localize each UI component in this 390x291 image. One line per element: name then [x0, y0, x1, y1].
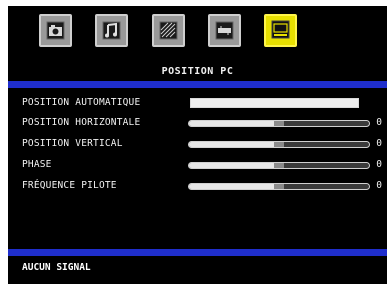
slider-fill [189, 142, 279, 147]
menu-item-phase[interactable]: PHASE 0 [22, 159, 382, 173]
menu-item-label: POSITION VERTICAL [22, 138, 123, 149]
picture-icon[interactable] [39, 14, 72, 47]
menu-item-pilot-frequency[interactable]: FRÉQUENCE PILOTE 0 [22, 180, 382, 194]
bottom-divider-bar [8, 249, 387, 256]
connector-icon [215, 21, 234, 40]
menu-item-label: POSITION AUTOMATIQUE [22, 97, 141, 108]
menu-item-vertical-position[interactable]: POSITION VERTICAL 0 [22, 138, 382, 152]
pilot-frequency-value: 0 [376, 180, 382, 191]
horizontal-position-slider[interactable] [188, 120, 370, 127]
slider-knob[interactable] [274, 163, 284, 168]
slider-fill [189, 184, 279, 189]
pilot-frequency-slider[interactable] [188, 183, 370, 190]
slider-fill [189, 163, 279, 168]
install-icon[interactable] [208, 14, 241, 47]
menu-item-label: PHASE [22, 159, 52, 170]
slider-fill [189, 121, 279, 126]
camera-glyph-icon [46, 21, 65, 40]
vertical-position-slider[interactable] [188, 141, 370, 148]
menu-title: POSITION PC [161, 66, 234, 77]
menu-item-label: POSITION HORIZONTALE [22, 117, 141, 128]
vertical-position-value: 0 [376, 138, 382, 149]
slider-knob[interactable] [274, 142, 284, 147]
auto-position-button[interactable] [190, 98, 359, 108]
menu-item-horizontal-position[interactable]: POSITION HORIZONTALE 0 [22, 117, 382, 131]
hatch-pattern-icon [159, 21, 178, 40]
phase-slider[interactable] [188, 162, 370, 169]
top-divider-bar [8, 81, 387, 88]
pc-position-icon[interactable] [264, 14, 297, 47]
slider-knob[interactable] [274, 184, 284, 189]
tv-menu-screen: POSITION PC POSITION AUTOMATIQUE POSITIO… [8, 6, 387, 284]
menu-item-label: FRÉQUENCE PILOTE [22, 180, 117, 191]
slider-knob[interactable] [274, 121, 284, 126]
music-note-icon [102, 21, 121, 40]
horizontal-position-value: 0 [376, 117, 382, 128]
sound-icon[interactable] [95, 14, 128, 47]
feature-icon[interactable] [152, 14, 185, 47]
monitor-icon [271, 20, 290, 39]
menu-icon-bar: POSITION PC [8, 6, 387, 77]
status-text: AUCUN SIGNAL [22, 262, 91, 273]
phase-value: 0 [376, 159, 382, 170]
menu-item-auto-position[interactable]: POSITION AUTOMATIQUE [22, 97, 382, 111]
